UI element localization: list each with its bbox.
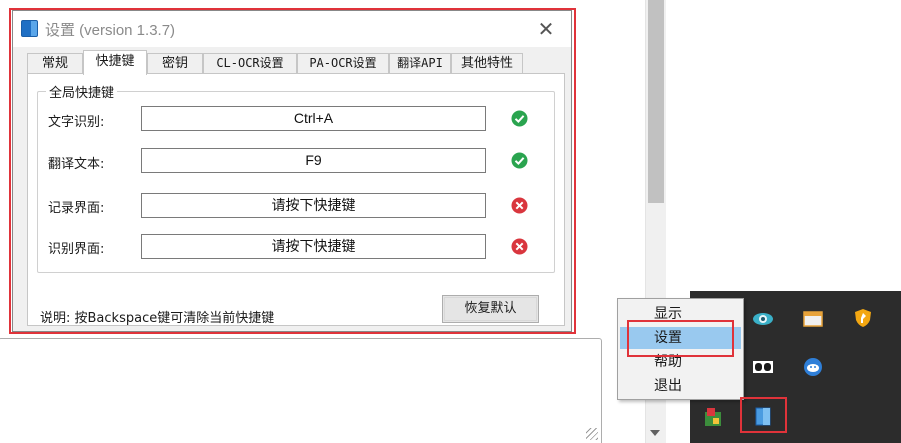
x-circle-icon (511, 238, 528, 255)
hotkey-input-record[interactable]: 请按下快捷键 (141, 193, 486, 218)
tab-translate-api[interactable]: 翻译API (389, 53, 451, 74)
hotkey-input-recognize[interactable]: 请按下快捷键 (141, 234, 486, 259)
hotkey-label-recognize: 识别界面: (48, 242, 105, 257)
title-bar[interactable]: 设置 (version 1.3.7) ✕ (13, 11, 571, 47)
app-icon (21, 20, 38, 37)
app-book-icon[interactable] (752, 405, 774, 427)
settings-window: 设置 (version 1.3.7) ✕ 常规 快捷键 密钥 CL-OCR设置 … (12, 10, 572, 332)
tab-keys[interactable]: 密钥 (147, 53, 203, 74)
resize-grip-icon[interactable] (586, 428, 598, 440)
menu-item-exit[interactable]: 退出 (620, 375, 741, 397)
hotkey-input-ocr[interactable]: Ctrl+A (141, 106, 486, 131)
hint-text: 说明: 按Backspace键可清除当前快捷键 (40, 311, 275, 326)
restore-default-button[interactable]: 恢复默认 (442, 295, 539, 323)
eye-icon[interactable] (752, 308, 774, 330)
game-icon[interactable] (702, 406, 724, 428)
close-icon: ✕ (537, 17, 555, 41)
window-title: 设置 (version 1.3.7) (45, 22, 176, 39)
check-circle-icon (511, 152, 528, 169)
check-circle-icon (511, 110, 528, 127)
background-text-area[interactable] (0, 338, 602, 443)
menu-item-help[interactable]: 帮助 (620, 351, 741, 373)
menu-item-settings[interactable]: 设置 (620, 327, 741, 349)
tray-context-menu: 显示 设置 帮助 退出 (617, 298, 744, 400)
dolby-icon[interactable] (752, 356, 774, 378)
hotkey-label-ocr: 文字识别: (48, 115, 105, 130)
hotkey-label-record: 记录界面: (48, 201, 105, 216)
tab-general[interactable]: 常规 (27, 53, 83, 74)
fish-icon[interactable] (802, 356, 824, 378)
shield-icon[interactable] (852, 307, 874, 329)
tab-pa-ocr-settings[interactable]: PA-OCR设置 (297, 53, 389, 74)
global-hotkeys-group: 全局快捷键 文字识别: Ctrl+A 翻译文本: F9 记录界面: 请按下快捷键… (37, 82, 555, 273)
close-button[interactable]: ✕ (529, 16, 563, 42)
scroll-down-arrow-icon[interactable] (650, 430, 660, 436)
scrollbar-thumb[interactable] (648, 0, 664, 203)
tab-strip: 常规 快捷键 密钥 CL-OCR设置 PA-OCR设置 翻译API 其他特性 (27, 50, 567, 75)
x-circle-icon (511, 197, 528, 214)
hotkeys-tab-panel: 全局快捷键 文字识别: Ctrl+A 翻译文本: F9 记录界面: 请按下快捷键… (27, 73, 565, 326)
hotkey-label-translate: 翻译文本: (48, 157, 105, 172)
tab-cl-ocr-settings[interactable]: CL-OCR设置 (203, 53, 297, 74)
tab-other-features[interactable]: 其他特性 (451, 53, 523, 74)
window-icon[interactable] (802, 308, 824, 330)
group-legend: 全局快捷键 (46, 82, 118, 101)
hotkey-input-translate[interactable]: F9 (141, 148, 486, 173)
tab-hotkeys[interactable]: 快捷键 (83, 50, 147, 75)
menu-item-show[interactable]: 显示 (620, 303, 741, 325)
